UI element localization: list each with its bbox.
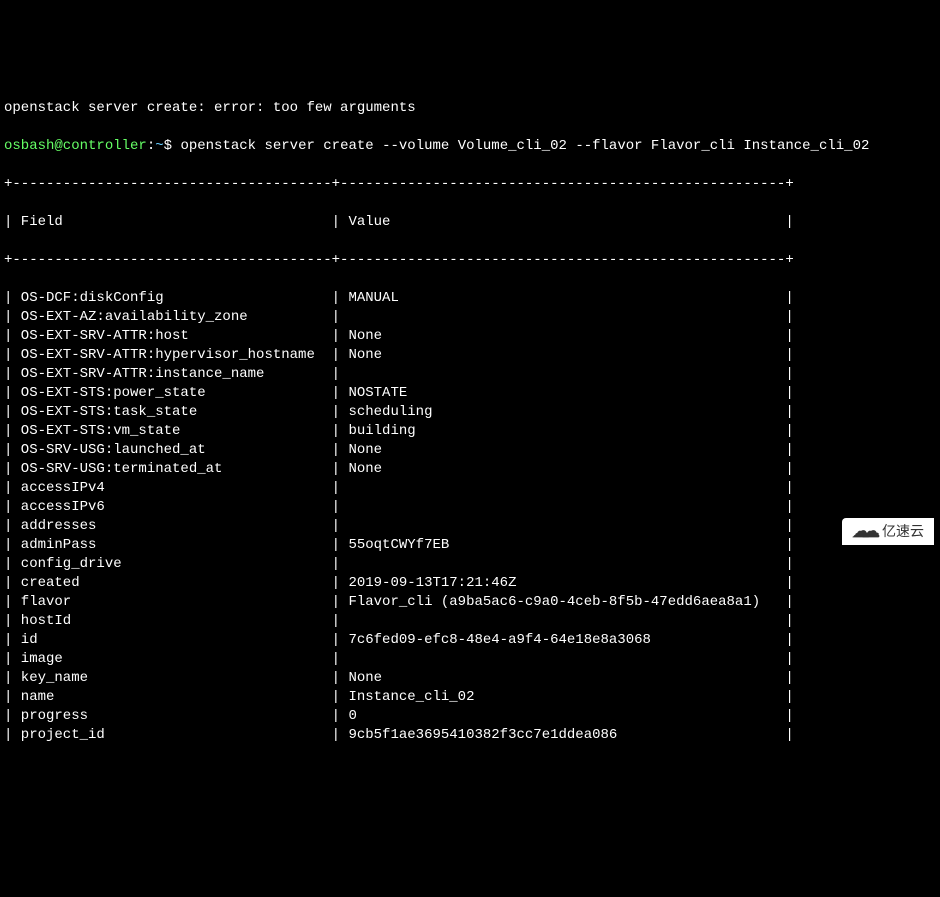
terminal-output[interactable]: openstack server create: error: too few … — [0, 76, 940, 764]
prompt-sep: : — [147, 138, 155, 154]
watermark-badge: ☁☁ 亿速云 — [842, 518, 934, 545]
table-row: | OS-EXT-SRV-ATTR:instance_name | | — [4, 365, 940, 384]
prompt-user-host: osbash@controller — [4, 138, 147, 154]
table-row: | OS-SRV-USG:terminated_at | None | — [4, 460, 940, 479]
table-header: | Field | Value | — [4, 213, 940, 232]
watermark-text: 亿速云 — [882, 522, 924, 541]
table-row: | name | Instance_cli_02 | — [4, 688, 940, 707]
cloud-icon: ☁☁ — [852, 522, 872, 541]
table-border-top: +--------------------------------------+… — [4, 175, 940, 194]
table-row: | OS-SRV-USG:launched_at | None | — [4, 441, 940, 460]
table-row: | OS-EXT-STS:power_state | NOSTATE | — [4, 384, 940, 403]
table-row: | hostId | | — [4, 612, 940, 631]
command-text: openstack server create --volume Volume_… — [180, 138, 869, 154]
table-border-mid: +--------------------------------------+… — [4, 251, 940, 270]
table-row: | OS-EXT-STS:vm_state | building | — [4, 422, 940, 441]
table-row: | id | 7c6fed09-efc8-48e4-a9f4-64e18e8a3… — [4, 631, 940, 650]
table-row: | OS-EXT-SRV-ATTR:host | None | — [4, 327, 940, 346]
table-row: | OS-EXT-SRV-ATTR:hypervisor_hostname | … — [4, 346, 940, 365]
error-line: openstack server create: error: too few … — [4, 99, 940, 118]
table-row: | addresses | | — [4, 517, 940, 536]
prompt-line: osbash@controller:~$ openstack server cr… — [4, 137, 940, 156]
table-body: | OS-DCF:diskConfig | MANUAL || OS-EXT-A… — [4, 289, 940, 745]
table-row: | OS-EXT-STS:task_state | scheduling | — [4, 403, 940, 422]
prompt-sep2: $ — [164, 138, 181, 154]
table-row: | accessIPv4 | | — [4, 479, 940, 498]
table-row: | adminPass | 55oqtCWYf7EB | — [4, 536, 940, 555]
table-row: | flavor | Flavor_cli (a9ba5ac6-c9a0-4ce… — [4, 593, 940, 612]
table-row: | created | 2019-09-13T17:21:46Z | — [4, 574, 940, 593]
table-row: | accessIPv6 | | — [4, 498, 940, 517]
table-row: | OS-EXT-AZ:availability_zone | | — [4, 308, 940, 327]
table-row: | progress | 0 | — [4, 707, 940, 726]
table-row: | image | | — [4, 650, 940, 669]
table-row: | key_name | None | — [4, 669, 940, 688]
prompt-path: ~ — [155, 138, 163, 154]
table-row: | project_id | 9cb5f1ae3695410382f3cc7e1… — [4, 726, 940, 745]
table-row: | OS-DCF:diskConfig | MANUAL | — [4, 289, 940, 308]
table-row: | config_drive | | — [4, 555, 940, 574]
